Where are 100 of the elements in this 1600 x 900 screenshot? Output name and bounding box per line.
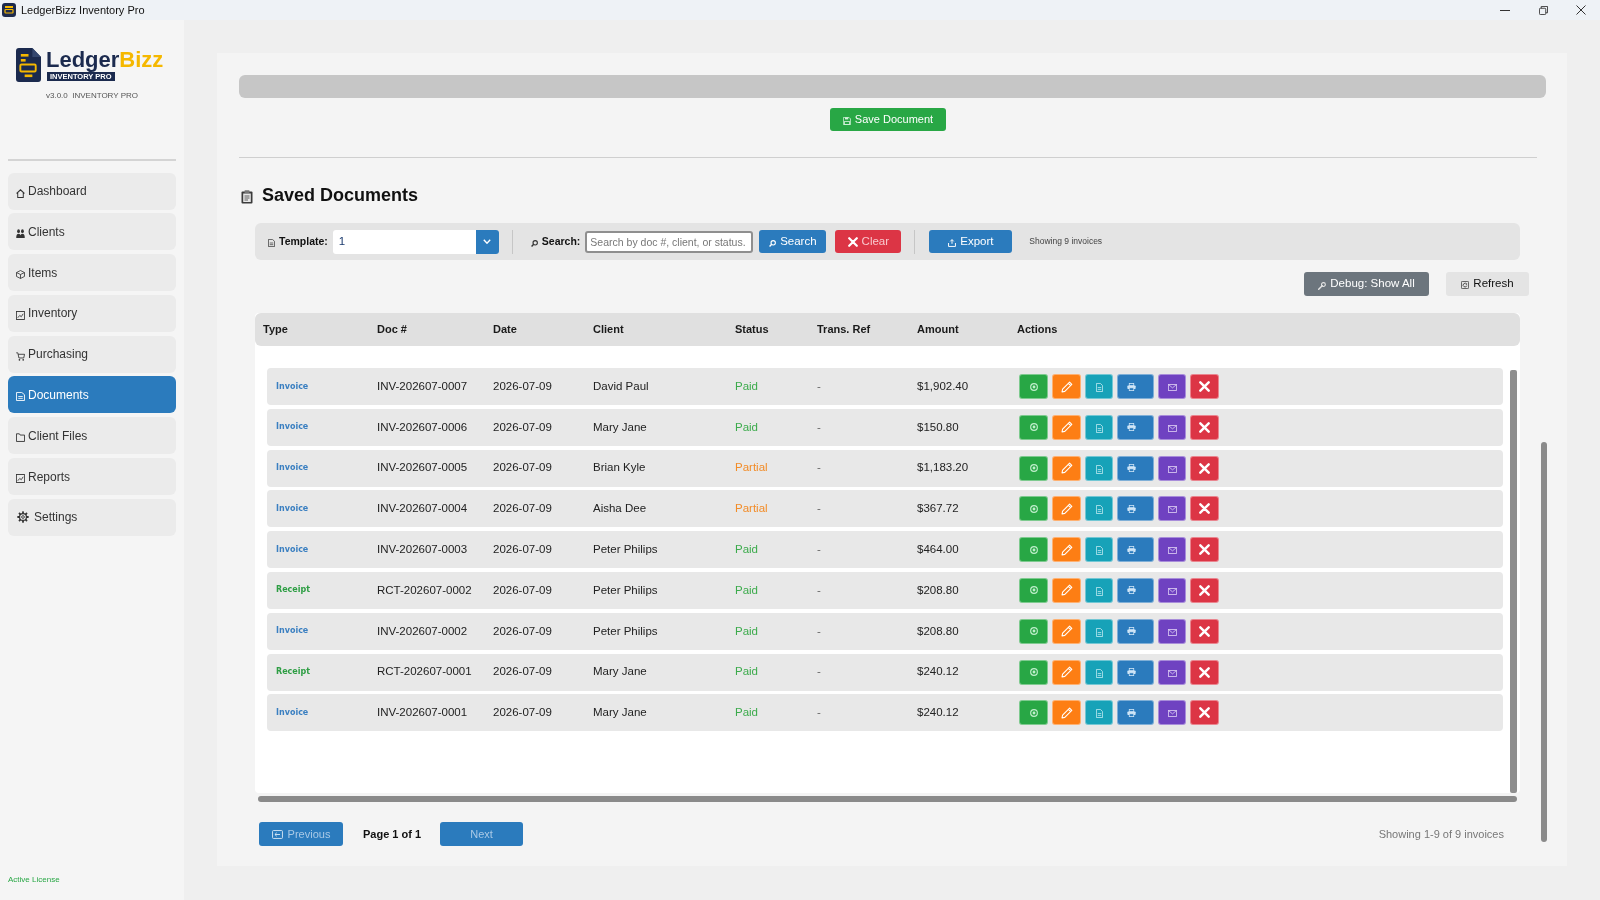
amount-cell-text: $240.12 (917, 664, 960, 680)
horizontal-scrollbar[interactable] (258, 796, 1517, 802)
delete-button[interactable] (1190, 618, 1219, 644)
email-button[interactable] (1158, 578, 1186, 603)
delete-button[interactable] (1190, 496, 1219, 522)
view-button[interactable] (1019, 537, 1048, 563)
search-input[interactable]: Search by doc #, client, or status. (585, 230, 754, 253)
edit-button[interactable] (1052, 414, 1081, 440)
column-header: Status (735, 322, 770, 338)
search-icon (530, 239, 538, 247)
view-button[interactable] (1019, 496, 1048, 522)
email-button[interactable] (1158, 537, 1186, 563)
column-header: Trans. Ref (817, 322, 872, 338)
edit-button[interactable] (1052, 700, 1081, 726)
print-button[interactable] (1117, 700, 1154, 726)
edit-button[interactable] (1052, 618, 1081, 644)
edit-button[interactable] (1052, 537, 1081, 563)
edit-button[interactable] (1052, 578, 1081, 603)
document-button[interactable] (1085, 618, 1113, 644)
print-button[interactable] (1117, 496, 1154, 522)
nav-item[interactable]: Inventory (8, 294, 176, 332)
print-button[interactable] (1117, 659, 1154, 685)
print-button[interactable] (1117, 374, 1154, 399)
nav-item[interactable]: Clients (8, 213, 176, 251)
delete-button[interactable] (1190, 578, 1219, 603)
document-button[interactable] (1085, 496, 1113, 522)
search-button[interactable]: Search (759, 230, 827, 253)
view-button[interactable] (1019, 455, 1048, 481)
nav-item[interactable]: Reports (8, 458, 176, 496)
delete-button[interactable] (1190, 374, 1219, 399)
close-icon (847, 236, 858, 247)
template-select[interactable]: 1 (332, 229, 499, 254)
edit-button[interactable] (1052, 374, 1081, 399)
license-status: Active License (8, 875, 61, 885)
target-icon (1029, 423, 1038, 432)
edit-button[interactable] (1052, 496, 1081, 522)
pencil-icon (1060, 502, 1073, 515)
status-cell-text: Paid (735, 419, 760, 435)
print-button[interactable] (1117, 578, 1154, 603)
target-icon (1029, 627, 1038, 636)
email-button[interactable] (1158, 455, 1186, 481)
dropdown-button[interactable] (475, 229, 499, 254)
envelope-icon (1167, 710, 1177, 718)
view-button[interactable] (1019, 700, 1048, 726)
document-icon (1095, 464, 1103, 474)
delete-button[interactable] (1190, 537, 1219, 563)
document-icon (268, 238, 275, 247)
email-button[interactable] (1158, 700, 1186, 726)
print-button[interactable] (1117, 537, 1154, 563)
pencil-icon (1060, 380, 1073, 393)
view-button[interactable] (1019, 414, 1048, 440)
document-button[interactable] (1085, 455, 1113, 481)
document-button[interactable] (1085, 374, 1113, 399)
envelope-icon (1167, 669, 1177, 677)
nav-item[interactable]: Purchasing (8, 335, 176, 373)
date-cell-text: 2026-07-09 (493, 705, 553, 721)
client-cell-text: Peter Philips (593, 542, 659, 558)
doc-number-cell-text: INV-202607-0006 (377, 419, 469, 435)
view-button[interactable] (1019, 374, 1048, 399)
refresh-button[interactable]: Refresh (1446, 272, 1529, 296)
delete-button[interactable] (1190, 414, 1219, 440)
status-cell-text: Paid (735, 664, 760, 680)
nav-item[interactable]: Items (8, 254, 176, 292)
delete-button[interactable] (1190, 659, 1219, 685)
date-cell-text: 2026-07-09 (493, 460, 553, 476)
print-button[interactable] (1117, 455, 1154, 481)
document-button[interactable] (1085, 578, 1113, 603)
page-scrollbar[interactable] (1541, 442, 1547, 842)
debug-show-all-button[interactable]: Debug: Show All (1304, 272, 1429, 296)
trans-ref-cell-text: - (817, 705, 822, 721)
email-button[interactable] (1158, 414, 1186, 440)
email-button[interactable] (1158, 659, 1186, 685)
nav-item[interactable]: Dashboard (8, 172, 176, 210)
nav-item[interactable]: Documents (8, 376, 176, 414)
view-button[interactable] (1019, 618, 1048, 644)
type-cell-text: Invoice (276, 421, 310, 434)
envelope-icon (1167, 547, 1177, 555)
section-title: Saved Documents (262, 184, 419, 206)
result-count: Showing 9 invoices (1029, 235, 1103, 248)
search-label: Search: (541, 233, 581, 249)
document-button[interactable] (1085, 659, 1113, 685)
nav-item[interactable]: Settings (8, 498, 176, 536)
doc-number-cell-text: RCT-202607-0001 (377, 664, 473, 680)
email-button[interactable] (1158, 618, 1186, 644)
delete-button[interactable] (1190, 455, 1219, 481)
email-button[interactable] (1158, 496, 1186, 522)
email-button[interactable] (1158, 374, 1186, 399)
print-button[interactable] (1117, 618, 1154, 644)
edit-button[interactable] (1052, 659, 1081, 685)
document-button[interactable] (1085, 700, 1113, 726)
view-button[interactable] (1019, 659, 1048, 685)
document-button[interactable] (1085, 414, 1113, 440)
print-button[interactable] (1117, 414, 1154, 440)
export-button[interactable]: Export (929, 230, 1013, 253)
document-button[interactable] (1085, 537, 1113, 563)
edit-button[interactable] (1052, 455, 1081, 481)
delete-button[interactable] (1190, 700, 1219, 726)
nav-item[interactable]: Client Files (8, 417, 176, 455)
view-button[interactable] (1019, 578, 1048, 603)
vertical-scrollbar[interactable] (1510, 370, 1517, 793)
